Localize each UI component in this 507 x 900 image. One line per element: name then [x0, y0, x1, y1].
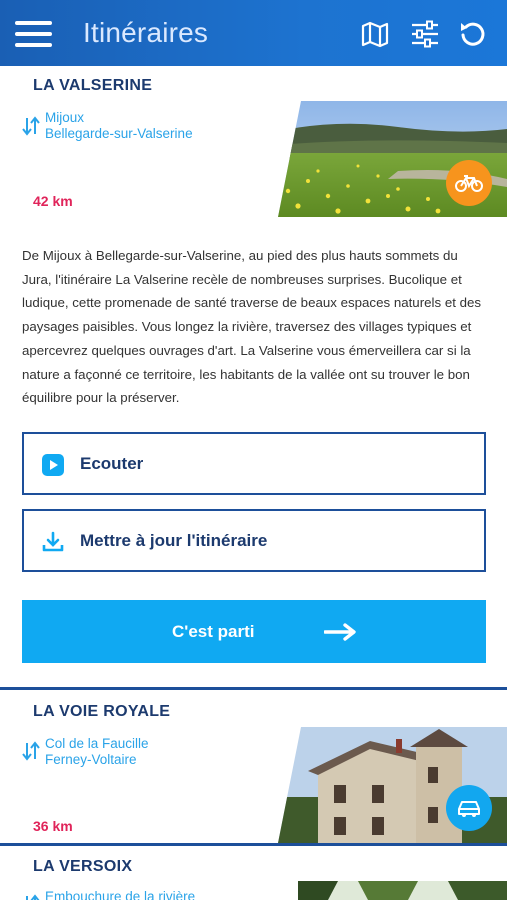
- download-icon: [42, 531, 64, 552]
- route-start: Col de la Faucille: [45, 736, 149, 751]
- section-divider: [0, 843, 507, 846]
- route-distance: 36 km: [33, 818, 73, 834]
- app-header: Itinéraires: [0, 0, 507, 66]
- bicycle-mode-badge[interactable]: [446, 160, 492, 206]
- route-title[interactable]: LA VOIE ROYALE: [33, 703, 170, 721]
- page-title: Itinéraires: [83, 17, 209, 48]
- bicycle-icon: [455, 175, 483, 192]
- sliders-filter-icon[interactable]: [410, 19, 440, 49]
- route-photo-voie-royale[interactable]: [278, 727, 507, 843]
- route-end: Bellegarde-sur-Valserine: [45, 126, 193, 141]
- route-direction-icon: [22, 741, 40, 761]
- route-description: De Mijoux à Bellegarde-sur-Valserine, au…: [22, 248, 482, 406]
- route-direction-icon: [26, 894, 40, 900]
- route-distance: 42 km: [33, 193, 73, 209]
- car-mode-badge[interactable]: [446, 785, 492, 831]
- arrow-right-icon: [324, 623, 356, 641]
- refresh-icon[interactable]: [458, 19, 488, 49]
- route-start: Embouchure de la rivière: [45, 889, 196, 900]
- map-icon[interactable]: [360, 19, 390, 49]
- listen-button[interactable]: Ecouter: [22, 432, 486, 495]
- route-title[interactable]: LA VALSERINE: [33, 77, 152, 95]
- route-photo-valserine[interactable]: [278, 101, 507, 217]
- start-route-button-label: C'est parti: [172, 622, 255, 641]
- car-icon: [458, 801, 480, 817]
- update-route-button[interactable]: Mettre à jour l'itinéraire: [22, 509, 486, 572]
- play-icon: [42, 454, 64, 476]
- route-end: Ferney-Voltaire: [45, 752, 137, 767]
- route-photo-versoix[interactable]: [298, 881, 507, 900]
- update-route-button-label: Mettre à jour l'itinéraire: [80, 531, 268, 550]
- start-route-button[interactable]: C'est parti: [22, 600, 486, 663]
- section-divider: [0, 687, 507, 690]
- route-title[interactable]: LA VERSOIX: [33, 858, 132, 876]
- hamburger-menu-icon[interactable]: [15, 21, 52, 47]
- listen-button-label: Ecouter: [80, 454, 144, 473]
- route-start: Mijoux: [45, 110, 85, 125]
- route-direction-icon: [22, 116, 40, 136]
